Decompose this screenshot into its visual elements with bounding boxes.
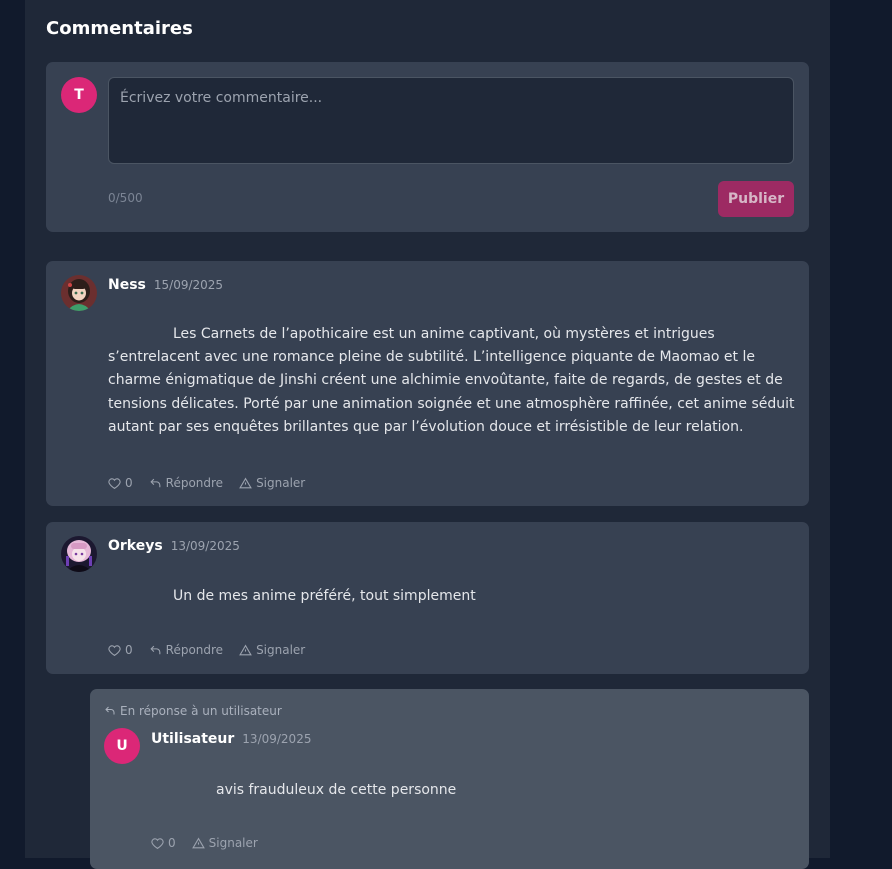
comment-item: Orkeys 13/09/2025 Un de mes anime préfér… (46, 522, 809, 674)
comment-item: Ness 15/09/2025 Les Carnets de l’apothic… (46, 261, 809, 506)
like-button[interactable]: 0 (151, 836, 176, 850)
comment-actions: 0 Répondre Signaler (108, 643, 305, 657)
section-title: Commentaires (46, 18, 193, 39)
report-button[interactable]: Signaler (239, 643, 305, 657)
report-button[interactable]: Signaler (191, 836, 258, 850)
reply-label: Répondre (165, 476, 224, 490)
warning-icon (239, 644, 252, 655)
reply-icon (105, 706, 115, 715)
comment-actions: 0 Signaler (151, 836, 258, 850)
comment-author: Utilisateur (151, 731, 235, 747)
comment-text: Les Carnets de l’apothicaire est un anim… (108, 326, 795, 435)
heart-icon (108, 477, 121, 489)
comment-composer: T 0/500 Publier (46, 62, 809, 232)
comment-meta: Ness 15/09/2025 (108, 277, 223, 293)
heart-icon (108, 644, 121, 656)
like-button[interactable]: 0 (108, 643, 133, 657)
reply-button[interactable]: Répondre (149, 476, 223, 490)
comment-date: 13/09/2025 (170, 539, 240, 553)
avatar (61, 536, 97, 572)
like-count: 0 (125, 643, 133, 657)
avatar: U (104, 728, 140, 764)
comment-input[interactable] (108, 77, 794, 164)
comment-text: avis frauduleux de cette personne (216, 782, 457, 798)
warning-icon (239, 477, 252, 488)
comment-actions: 0 Répondre Signaler (108, 476, 305, 490)
character-counter: 0/500 (108, 191, 143, 205)
comment-date: 13/09/2025 (242, 732, 312, 746)
reply-item: En réponse à un utilisateur U Utilisateu… (90, 689, 809, 869)
comment-author: Orkeys (108, 538, 163, 554)
report-label: Signaler (208, 836, 258, 850)
reply-icon (150, 645, 161, 654)
like-button[interactable]: 0 (108, 476, 133, 490)
comment-date: 15/09/2025 (153, 278, 224, 292)
comment-meta: Utilisateur 13/09/2025 (151, 731, 311, 747)
reply-button[interactable]: Répondre (149, 643, 223, 657)
avatar (61, 275, 97, 311)
heart-icon (151, 837, 164, 849)
warning-icon (191, 837, 205, 848)
reply-label: Répondre (165, 643, 224, 657)
publish-button[interactable]: Publier (718, 181, 794, 217)
comments-section: Commentaires T 0/500 Publier Ness 15/09/… (25, 0, 830, 869)
reply-to-indicator: En réponse à un utilisateur (104, 704, 282, 718)
report-label: Signaler (256, 643, 306, 657)
report-button[interactable]: Signaler (239, 476, 305, 490)
comment-text: Un de mes anime préféré, tout simplement (173, 588, 476, 604)
comment-meta: Orkeys 13/09/2025 (108, 538, 240, 554)
report-label: Signaler (256, 476, 306, 490)
like-count: 0 (168, 836, 176, 850)
reply-to-label: En réponse à un utilisateur (120, 704, 282, 718)
current-user-avatar: T (61, 77, 97, 113)
reply-icon (150, 478, 161, 487)
like-count: 0 (125, 476, 133, 490)
comment-author: Ness (108, 277, 146, 293)
